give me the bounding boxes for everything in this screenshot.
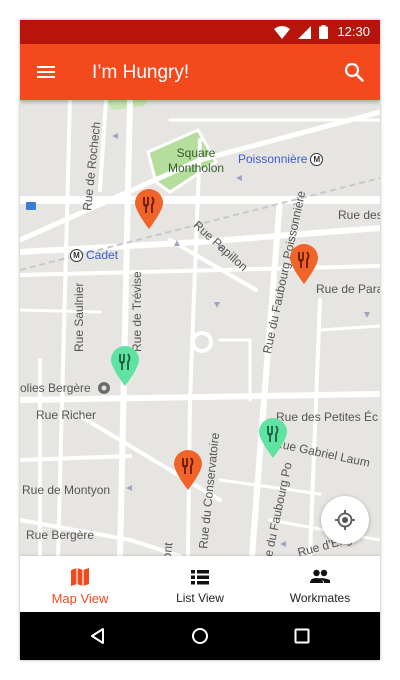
theater-icon <box>98 382 110 394</box>
restaurant-pin[interactable] <box>111 346 139 386</box>
nav-item-map-view[interactable]: Map View <box>20 556 140 612</box>
status-icons <box>274 25 328 39</box>
street-label: Rue de Montyon <box>22 483 111 497</box>
signal-icon <box>298 25 311 39</box>
nav-item-list-view[interactable]: List View <box>140 556 260 612</box>
bus-stop-icon <box>26 202 36 210</box>
street-label: emont <box>158 542 175 556</box>
street-label: Rue Richer <box>36 408 97 422</box>
restaurant-pin[interactable] <box>259 418 287 458</box>
phone-screen: 12:30 I’m Hungry! Square Montholon Poiss… <box>20 20 380 660</box>
nav-item-workmates[interactable]: Workmates <box>260 556 380 612</box>
search-icon[interactable] <box>342 60 366 84</box>
battery-icon <box>319 25 328 39</box>
status-bar: 12:30 <box>20 20 380 44</box>
map-view[interactable]: Square Montholon Poissonnière M M Cadet … <box>20 100 380 556</box>
people-icon <box>310 569 330 583</box>
home-icon[interactable] <box>188 624 212 648</box>
park-label: Square Montholon <box>168 146 225 175</box>
my-location-icon <box>335 510 355 530</box>
street-label: Rue Saulnier <box>72 282 86 352</box>
wifi-icon <box>274 25 290 39</box>
restaurant-pin[interactable] <box>174 450 202 490</box>
street-label: olies Bergère <box>20 381 91 395</box>
nav-label: Map View <box>51 591 109 606</box>
app-bar: I’m Hungry! <box>20 44 380 100</box>
my-location-button[interactable] <box>321 496 369 544</box>
nav-label: List View <box>176 591 224 605</box>
recents-icon[interactable] <box>290 624 314 648</box>
status-time: 12:30 <box>337 24 370 39</box>
street-label: Rue Bergère <box>26 528 95 542</box>
list-icon <box>191 570 209 585</box>
map-icon <box>71 568 89 586</box>
metro-station-cadet[interactable]: M Cadet <box>70 248 118 262</box>
metro-station-poissonniere[interactable]: Poissonnière M <box>238 152 324 166</box>
menu-icon[interactable] <box>34 60 58 84</box>
street-label: Rue des Petites Éc <box>276 410 379 424</box>
system-navigation-bar <box>20 612 380 660</box>
restaurant-pin[interactable] <box>135 189 163 229</box>
street-label: Rue des Mes <box>338 208 380 222</box>
back-icon[interactable] <box>86 624 110 648</box>
nav-label: Workmates <box>289 591 351 605</box>
bottom-navigation: Map View List View Workmates <box>20 556 380 612</box>
app-title: I’m Hungry! <box>92 62 190 83</box>
street-label: Rue de Trévise <box>130 271 144 352</box>
metro-icon: M <box>70 248 83 262</box>
street-label: Rue de Paradis <box>316 282 380 296</box>
metro-icon: M <box>310 152 324 166</box>
restaurant-pin[interactable] <box>290 244 318 284</box>
